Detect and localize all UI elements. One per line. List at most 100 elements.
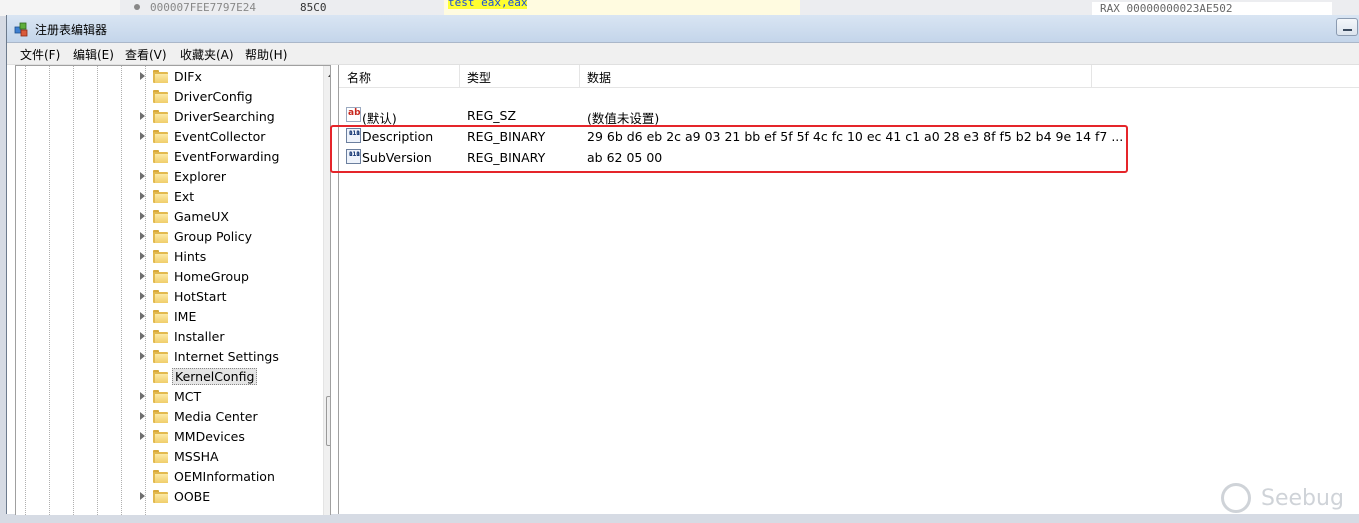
background-hex: 85C0 [300,1,327,14]
annotation-highlight-box [330,125,1128,173]
tree-node[interactable]: MCT [16,387,316,407]
background-address: 000007FEE7797E24 [150,1,256,14]
expand-arrow-icon[interactable] [140,252,145,260]
string-value-icon: ab [346,107,361,122]
column-separator[interactable] [459,65,460,87]
folder-icon [153,270,169,283]
folder-icon [153,70,169,83]
tree-node-label[interactable]: MCT [172,389,203,404]
tree-node-label[interactable]: DriverConfig [172,89,255,104]
tree-node[interactable]: OOBE [16,487,316,507]
regedit-icon [14,22,28,37]
window-title: 注册表编辑器 [35,23,108,37]
expand-arrow-icon[interactable] [140,172,145,180]
column-separator[interactable] [1091,65,1092,87]
tree-node[interactable]: IME [16,307,316,327]
column-separator[interactable] [579,65,580,87]
tree-node-label[interactable]: DriverSearching [172,109,277,124]
tree-node-label[interactable]: DIFx [172,69,204,84]
column-header-type[interactable]: 类型 [467,69,491,86]
column-header-name[interactable]: 名称 [347,69,371,86]
tree-node-label[interactable]: OEMInformation [172,469,277,484]
menu-view[interactable]: 查看(V) [125,46,167,63]
tree-node-label[interactable]: EventForwarding [172,149,281,164]
expand-arrow-icon[interactable] [140,232,145,240]
registry-tree[interactable]: DIFx DriverConfig DriverSearching EventColl… [15,65,331,515]
menu-file[interactable]: 文件(F) [20,46,60,63]
expand-arrow-icon[interactable] [140,432,145,440]
tree-node-label[interactable]: MSSHA [172,449,221,464]
menu-edit[interactable]: 编辑(E) [73,46,114,63]
folder-icon [153,130,169,143]
tree-node[interactable]: MMDevices [16,427,316,447]
expand-arrow-icon[interactable] [140,292,145,300]
expand-arrow-icon[interactable] [140,332,145,340]
tree-node-label[interactable]: Media Center [172,409,260,424]
folder-icon [153,410,169,423]
tree-node[interactable]: DriverConfig [16,87,316,107]
folder-icon [153,470,169,483]
folder-icon [153,190,169,203]
tree-node-label[interactable]: IME [172,309,198,324]
expand-arrow-icon[interactable] [140,212,145,220]
tree-node[interactable]: Group Policy [16,227,316,247]
tree-node[interactable]: Installer [16,327,316,347]
expand-arrow-icon[interactable] [140,272,145,280]
tree-node[interactable]: DIFx [16,67,316,87]
tree-node-label[interactable]: Hints [172,249,208,264]
tree-node[interactable]: DriverSearching [16,107,316,127]
expand-arrow-icon[interactable] [140,192,145,200]
tree-node-label[interactable]: EventCollector [172,129,267,144]
title-bar[interactable]: 注册表编辑器 [7,15,1359,43]
tree-node-label[interactable]: MMDevices [172,429,247,444]
tree-node-label[interactable]: OOBE [172,489,212,504]
tree-node-label[interactable]: Explorer [172,169,228,184]
expand-arrow-icon[interactable] [140,112,145,120]
tree-node-label[interactable]: GameUX [172,209,231,224]
tree-node[interactable]: Media Center [16,407,316,427]
folder-icon [153,290,169,303]
expand-arrow-icon[interactable] [140,352,145,360]
tree-node-label[interactable]: HotStart [172,289,228,304]
tree-node[interactable]: Explorer [16,167,316,187]
folder-icon [153,370,169,383]
folder-icon [153,210,169,223]
tree-node-label[interactable]: Ext [172,189,196,204]
tree-node-label[interactable]: HomeGroup [172,269,251,284]
folder-icon [153,150,169,163]
folder-icon [153,170,169,183]
tree-node[interactable]: Internet Settings [16,347,316,367]
folder-icon [153,330,169,343]
tree-node-label[interactable]: Internet Settings [172,349,281,364]
tree-node-label[interactable]: Group Policy [172,229,254,244]
tree-node[interactable]: Hints [16,247,316,267]
expand-arrow-icon[interactable] [140,72,145,80]
scroll-up-arrow-icon[interactable] [328,72,330,77]
expand-arrow-icon[interactable] [140,412,145,420]
expand-arrow-icon[interactable] [140,492,145,500]
minimize-button[interactable] [1336,18,1358,36]
column-header-data[interactable]: 数据 [587,69,611,86]
scroll-thumb[interactable] [326,396,330,446]
folder-icon [153,390,169,403]
tree-node[interactable]: OEMInformation [16,467,316,487]
minimize-icon [1343,29,1352,31]
expand-arrow-icon[interactable] [140,312,145,320]
tree-node-label[interactable]: KernelConfig [172,368,258,385]
tree-node[interactable]: HomeGroup [16,267,316,287]
tree-node[interactable]: GameUX [16,207,316,227]
menu-help[interactable]: 帮助(H) [245,46,287,63]
background-left-panel [0,0,120,16]
tree-node[interactable]: KernelConfig [16,367,316,387]
expand-arrow-icon[interactable] [140,392,145,400]
tree-node[interactable]: EventForwarding [16,147,316,167]
expand-arrow-icon[interactable] [140,132,145,140]
menu-favorites[interactable]: 收藏夹(A) [180,46,234,63]
value-type: REG_SZ [467,108,517,123]
list-item[interactable]: ab (默认) REG_SZ (数值未设置) [339,105,1239,126]
tree-node[interactable]: EventCollector [16,127,316,147]
tree-node[interactable]: HotStart [16,287,316,307]
tree-node[interactable]: Ext [16,187,316,207]
tree-node-label[interactable]: Installer [172,329,226,344]
tree-node[interactable]: MSSHA [16,447,316,467]
